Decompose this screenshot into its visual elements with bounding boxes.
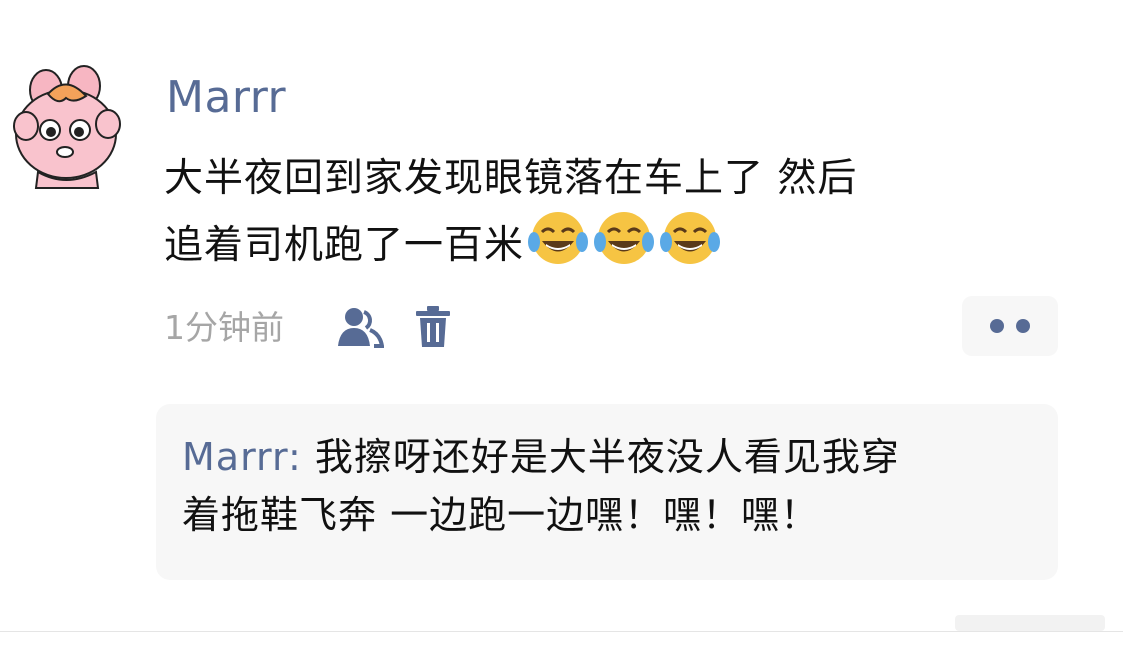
more-dots-icon (990, 319, 1004, 333)
user-avatar[interactable] (8, 64, 128, 192)
friends-visibility-icon[interactable] (336, 306, 384, 348)
comment-section: Marrr: 我擦呀还好是大半夜没人看见我穿 着拖鞋飞奔 一边跑一边嘿！嘿！嘿！ (156, 404, 1058, 580)
comment-item[interactable]: Marrr: 我擦呀还好是大半夜没人看见我穿 着拖鞋飞奔 一边跑一边嘿！嘿！嘿！ (182, 428, 1022, 544)
comment-text: 我擦呀还好是大半夜没人看见我穿 (314, 435, 900, 479)
emoji-group (528, 208, 721, 268)
tears-of-joy-emoji-icon (594, 212, 655, 264)
comment-author-name[interactable]: Marrr (182, 435, 288, 479)
tears-of-joy-emoji-icon (528, 212, 589, 264)
tears-of-joy-emoji-icon (660, 212, 721, 264)
watermark-logo (955, 615, 1105, 631)
post-content: 大半夜回到家发现眼镜落在车上了 然后 追着司机跑了一百米 (164, 150, 1064, 275)
post-timestamp: 1分钟前 (164, 308, 284, 347)
more-dots-icon (1016, 319, 1030, 333)
delete-trash-icon[interactable] (414, 305, 452, 349)
post-author-name[interactable]: Marrr (166, 70, 286, 126)
comment-line: 着拖鞋飞奔 一边跑一边嘿！嘿！嘿！ (182, 493, 820, 537)
post-text-line: 大半夜回到家发现眼镜落在车上了 然后 (164, 156, 858, 201)
more-options-button[interactable] (962, 296, 1058, 356)
post-text-line: 追着司机跑了一百米 (164, 208, 1064, 275)
comment-separator: : (287, 435, 315, 479)
comment-line: Marrr: 我擦呀还好是大半夜没人看见我穿 (182, 428, 1022, 486)
post-text-fragment: 追着司机跑了一百米 (164, 223, 525, 268)
